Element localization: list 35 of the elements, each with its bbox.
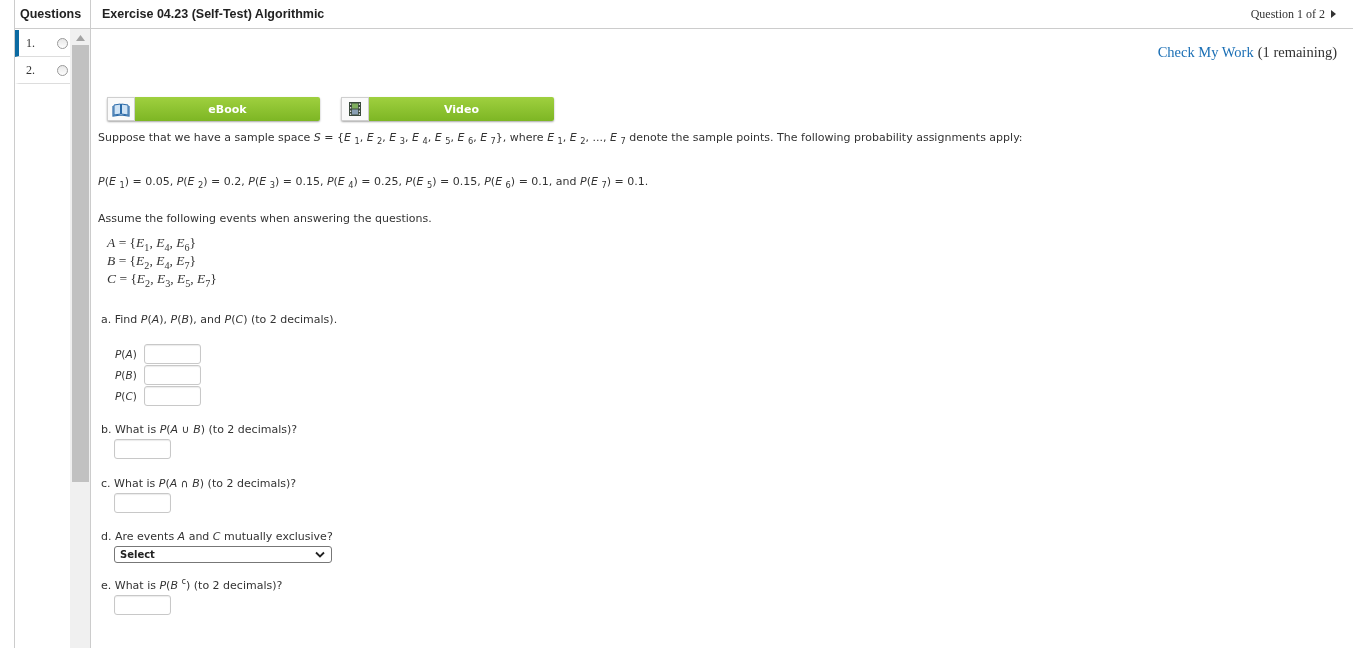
film-strip-icon	[341, 97, 369, 121]
answer-input[interactable]	[114, 439, 171, 459]
attempts-remaining: (1 remaining)	[1257, 43, 1337, 62]
select-dropdown[interactable]: Select	[114, 546, 332, 563]
event-definition: B = {E$_{2}$, E$_{4}$, E$_{7}$}	[107, 252, 197, 270]
answer-input[interactable]	[144, 386, 201, 406]
check-my-work-link[interactable]: Check My Work	[1157, 42, 1254, 62]
caret-right-icon[interactable]	[1331, 10, 1336, 18]
question-item[interactable]: 1.	[15, 30, 70, 57]
exercise-title: Exercise 04.23 (Self-Test) Algorithmic	[102, 7, 325, 21]
assume-text: Assume the following events when answering the questions.	[98, 211, 433, 227]
question-prompt: a. Find P(A), P(B), and P(C) (to 2 decimals).	[101, 312, 339, 328]
question-prompt: c. What is P(A ∩ B) (to 2 decimals)?	[101, 476, 298, 492]
question-prompt: e. What is P(B $^{c}$) (to 2 decimals)?	[101, 578, 284, 594]
book-icon	[107, 97, 135, 121]
sidebar-title: Questions	[20, 7, 82, 21]
answer-input[interactable]	[114, 595, 171, 615]
answer-input[interactable]	[114, 493, 171, 513]
answer-input[interactable]	[144, 365, 201, 385]
radio-circle-icon	[57, 64, 68, 76]
radio-circle-icon	[57, 37, 68, 49]
answer-input[interactable]	[144, 344, 201, 364]
field-label: P(A)	[115, 348, 138, 360]
question-prompt: b. What is P(A ∪ B) (to 2 decimals)?	[101, 422, 299, 438]
field-label: P(B)	[115, 369, 138, 381]
problem-intro: Suppose that we have a sample space S = {E $_{1}$, E $_{2}$, E $_{3}$, E $_{4}$, E $_{5}$, E $_{6}$, E $_{7}$}, where E $_{1}$, E $_{2}$, ..., E $_{7}$ denote the sample points. The following probability assignments apply:	[98, 130, 1024, 146]
question-position: Question 1 of 2	[1250, 6, 1325, 22]
probability-assignments: P(E $_{1}$) = 0.05, P(E $_{2}$) = 0.2, P(E $_{3}$) = 0.15, P(E $_{4}$) = 0.25, P(E $_{5}$) = 0.15, P(E $_{6}$) = 0.1, and P(E $_{7}$) = 0.1.	[98, 174, 650, 190]
scrollbar-thumb[interactable]	[71, 45, 89, 482]
event-definition: C = {E$_{2}$, E$_{3}$, E$_{5}$, E$_{7}$}	[107, 270, 218, 288]
scroll-up-icon[interactable]	[75, 35, 85, 41]
chevron-down-icon	[315, 551, 325, 558]
question-prompt: d. Are events A and C mutually exclusive?	[101, 529, 334, 545]
field-label: P(C)	[115, 390, 138, 402]
event-definition: A = {E$_{1}$, E$_{4}$, E$_{6}$}	[107, 234, 197, 252]
